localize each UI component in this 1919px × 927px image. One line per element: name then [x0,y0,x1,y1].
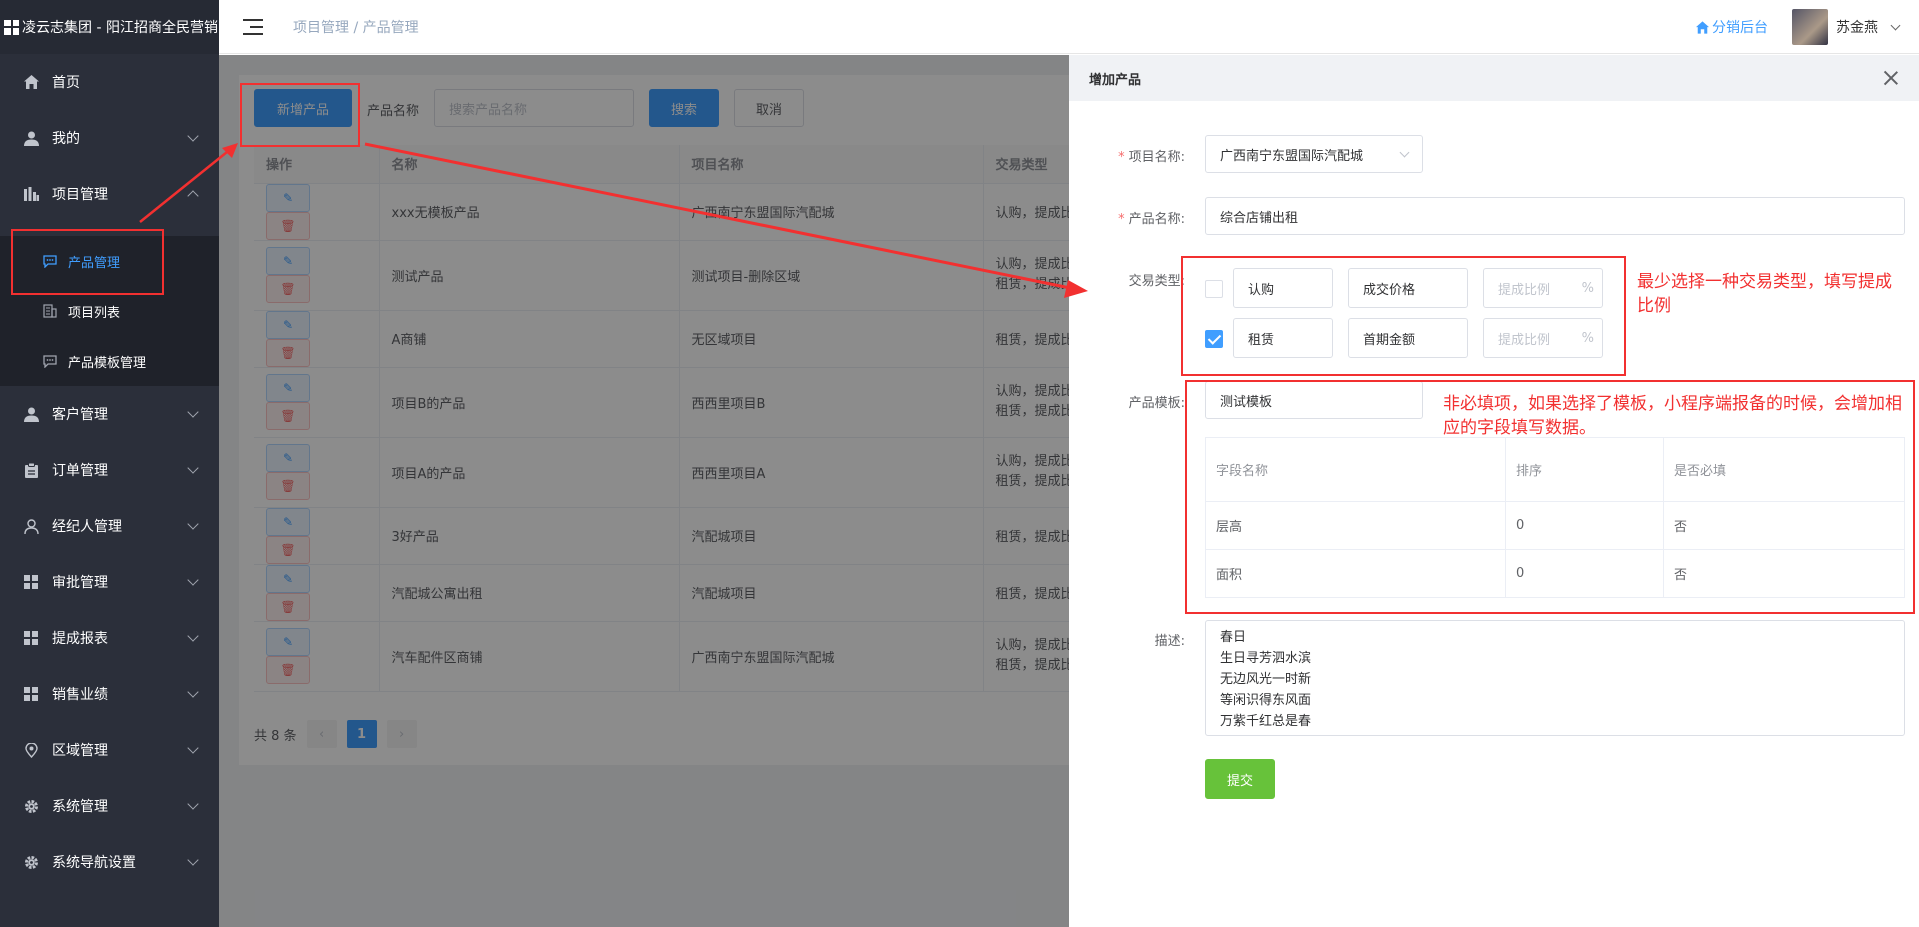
chevron-down-icon [187,462,199,474]
sidebar: 凌云志集团 - 阳江招商全民营销 首页 我的 项目管理 产品管理 项目列表 产品… [0,0,219,927]
top-header: 项目管理 / 产品管理 分销后台 苏金燕 [219,0,1919,54]
chevron-down-icon [187,630,199,642]
sidebar-subitem-product-template[interactable]: 产品模板管理 [0,336,219,386]
sidebar-item-approval-management[interactable]: 审批管理 [0,554,219,610]
chevron-down-icon [187,742,199,754]
grid-icon [22,573,40,591]
location-icon [22,741,40,759]
close-icon[interactable] [1883,70,1899,86]
caret-down-icon[interactable] [1890,20,1901,30]
sidebar-item-nav-settings[interactable]: 系统导航设置 [0,834,219,890]
chevron-down-icon [187,574,199,586]
chevron-down-icon [187,854,199,866]
gear-icon [22,853,40,871]
building-icon [42,303,58,319]
chevron-down-icon [187,518,199,530]
product-name-input[interactable]: 综合店铺出租 [1205,197,1905,235]
description-textarea[interactable]: 春日 生日寻芳泗水滨 无边风光一时新 等闲识得东风面 万紫千红总是春 [1205,620,1905,736]
distribution-backend-link[interactable]: 分销后台 [1696,17,1768,37]
chevron-down-icon [187,686,199,698]
highlight-box [11,229,164,295]
user-icon [22,405,40,423]
chevron-down-icon [187,406,199,418]
avatar[interactable] [1792,9,1828,45]
person-icon [22,517,40,535]
chevron-up-icon [187,190,199,202]
sidebar-item-system-management[interactable]: 系统管理 [0,778,219,834]
username[interactable]: 苏金燕 [1836,17,1878,37]
sidebar-item-customer-management[interactable]: 客户管理 [0,386,219,442]
gear-icon [22,797,40,815]
modal-overlay[interactable] [219,55,1069,927]
home-icon [1696,20,1709,34]
template-label: 产品模板: [1128,396,1185,411]
chart-icon [22,185,40,203]
sidebar-item-region-management[interactable]: 区域管理 [0,722,219,778]
chevron-down-icon [187,798,199,810]
description-label: 描述: [1154,634,1185,649]
highlight-box [1181,256,1626,376]
app-title: 凌云志集团 - 阳江招商全民营销 [0,0,219,54]
chevron-down-icon [187,130,199,142]
drawer-title: 增加产品 [1089,72,1142,88]
annotation-note: 非必填项，如果选择了模板，小程序端报备的时候，会增加相应的字段填写数据。 [1443,394,1902,438]
home-icon [22,73,40,91]
logo-grid-icon [4,19,19,35]
user-icon [22,129,40,147]
highlight-box [240,83,360,147]
project-select[interactable]: 广西南宁东盟国际汽配城 [1205,135,1423,173]
hamburger-icon[interactable] [243,18,263,35]
annotation-note: 最少选择一种交易类型，填写提成比例 [1637,272,1892,316]
grid-icon [22,685,40,703]
sidebar-item-project-management[interactable]: 项目管理 [0,166,219,222]
sidebar-item-home[interactable]: 首页 [0,54,219,110]
clipboard-icon [22,461,40,479]
project-name-label: * 项目名称: [1118,150,1185,165]
trade-type-label: 交易类型: [1128,274,1185,289]
chevron-down-icon [1399,147,1410,158]
submit-button[interactable]: 提交 [1205,759,1275,799]
grid-icon [22,629,40,647]
sidebar-item-order-management[interactable]: 订单管理 [0,442,219,498]
sidebar-item-sales-performance[interactable]: 销售业绩 [0,666,219,722]
sidebar-item-mine[interactable]: 我的 [0,110,219,166]
product-name-label: * 产品名称: [1118,212,1185,227]
sidebar-item-broker-management[interactable]: 经纪人管理 [0,498,219,554]
app-title-text: 凌云志集团 - 阳江招商全民营销 [22,20,218,36]
breadcrumb: 项目管理 / 产品管理 [293,19,419,36]
drawer-header: 增加产品 [1069,55,1919,101]
message-icon [42,353,58,369]
sidebar-item-commission-report[interactable]: 提成报表 [0,610,219,666]
header-right: 分销后台 苏金燕 [1696,0,1901,54]
